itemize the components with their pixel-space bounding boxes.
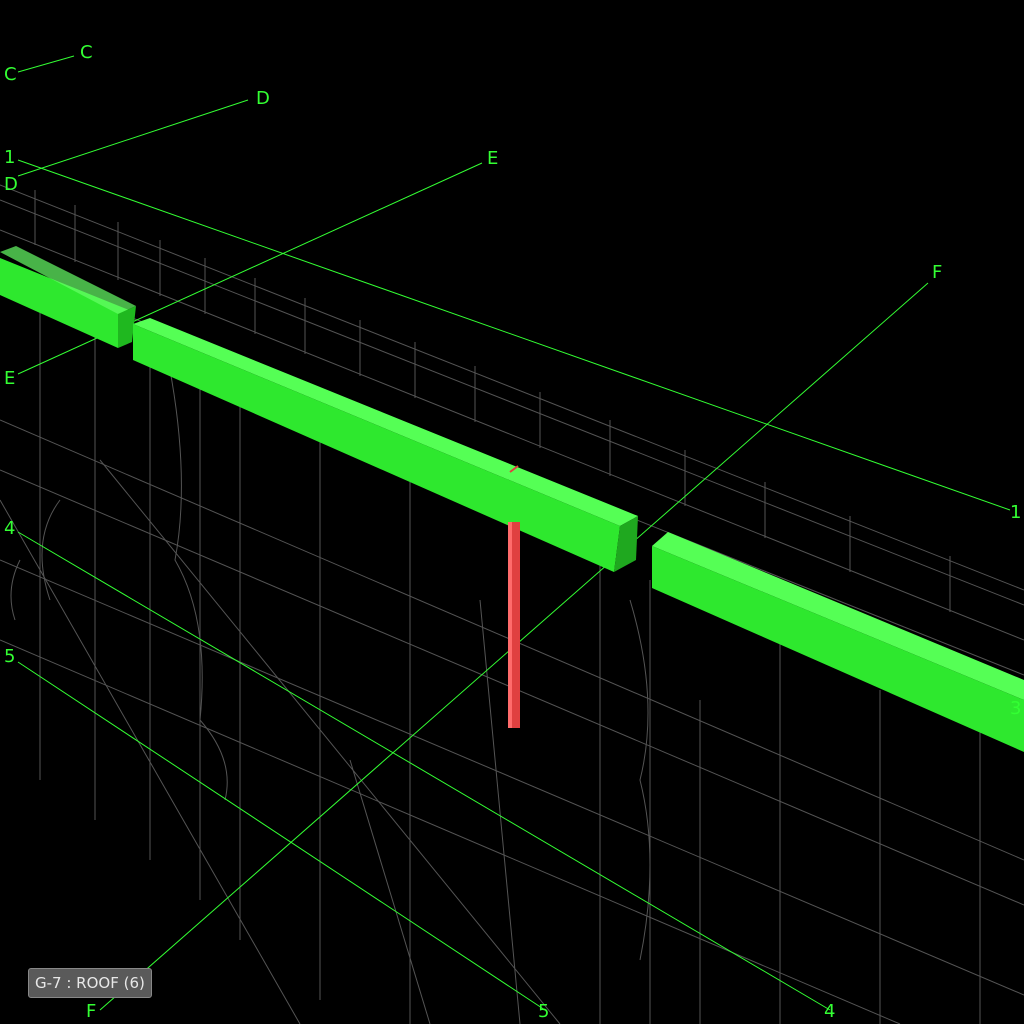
grid-label-3-right: 3 <box>1010 698 1021 719</box>
grid-line-e <box>17 162 483 375</box>
beam-left[interactable] <box>0 246 136 348</box>
grid-label-d-left: D <box>4 174 18 195</box>
grid-label-e-left: E <box>4 368 15 389</box>
grid-line-c <box>17 55 75 73</box>
beam-center[interactable] <box>133 318 638 572</box>
grid-label-f-top: F <box>932 262 942 283</box>
grid-label-c-left: C <box>4 64 17 85</box>
grid-label-1-right: 1 <box>1010 502 1021 523</box>
grid-label-f-bottom: F <box>86 1001 96 1022</box>
3d-model-viewport[interactable]: C C D D 1 E E F 1 4 5 3 F 5 4 <box>0 0 1024 1024</box>
grid-label-5-left: 5 <box>4 646 15 667</box>
grid-label-d-top: D <box>256 88 270 109</box>
grid-label-1-left: 1 <box>4 147 15 168</box>
grid-line-d <box>17 99 249 177</box>
grid-label-c-top: C <box>80 42 93 63</box>
level-status-tag: G-7 : ROOF (6) <box>28 968 152 998</box>
grid-label-4-bottom: 4 <box>824 1001 835 1022</box>
grid-line-5 <box>17 661 546 1011</box>
grid-label-5-bottom: 5 <box>538 1001 549 1022</box>
grid-label-4-left: 4 <box>4 518 15 539</box>
grid-label-e-top: E <box>487 148 498 169</box>
